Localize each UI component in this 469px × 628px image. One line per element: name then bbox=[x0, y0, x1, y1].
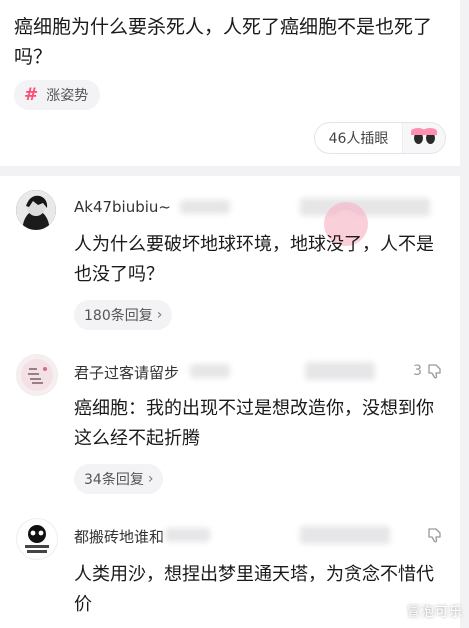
like-button[interactable] bbox=[426, 526, 444, 544]
view-replies-button[interactable]: 34条回复 › bbox=[74, 464, 164, 494]
topic-tag-label: 涨姿势 bbox=[46, 88, 89, 104]
question-title[interactable]: 癌细胞为什么要杀死人，人死了癌细胞不是也死了吗？ bbox=[14, 12, 444, 72]
comment-author[interactable]: 都搬砖地谁和 bbox=[74, 526, 164, 547]
comments-list: Ak47biubiu~ 人为什么要破坏地球环境，地球没了，人不是也没了吗？ 18… bbox=[0, 176, 460, 628]
thumb-down-icon bbox=[428, 528, 441, 543]
avatar[interactable] bbox=[16, 518, 58, 560]
comment-author[interactable]: 君子过客请留步 bbox=[74, 362, 179, 383]
question-card: 癌细胞为什么要杀死人，人死了癌细胞不是也死了吗？ # 涨姿势 46人插眼 bbox=[0, 0, 460, 166]
comment-item: Ak47biubiu~ 人为什么要破坏地球环境，地球没了，人不是也没了吗？ 18… bbox=[0, 176, 460, 340]
reply-count: 180条回复 bbox=[84, 308, 153, 324]
interested-count: 46人插眼 bbox=[328, 131, 389, 147]
comment-item: 都搬砖地谁和 人类用沙，想捏出梦里通天塔，为贪念不惜代价 bbox=[0, 502, 460, 628]
eyes-icon bbox=[402, 123, 445, 153]
watermark: 冒泡可乐 bbox=[406, 605, 463, 620]
comment-item: 君子过客请留步 3 癌细胞：我的出现不过是想改造你，没想到你这么经不起折腾 34… bbox=[0, 340, 460, 502]
chevron-right-icon: › bbox=[156, 307, 163, 323]
view-replies-button[interactable]: 180条回复 › bbox=[74, 300, 173, 330]
avatar[interactable] bbox=[16, 190, 56, 230]
interested-button[interactable]: 46人插眼 bbox=[314, 122, 446, 154]
comment-text: 人类用沙，想捏出梦里通天塔，为贪念不惜代价 bbox=[74, 564, 434, 615]
like-count: 3 bbox=[413, 363, 422, 379]
avatar[interactable] bbox=[16, 354, 58, 396]
reply-count: 34条回复 bbox=[84, 472, 144, 488]
thumb-down-icon bbox=[428, 364, 441, 379]
hash-icon: # bbox=[24, 85, 39, 105]
comment-author[interactable]: Ak47biubiu~ bbox=[74, 198, 171, 216]
comment-text: 人为什么要破坏地球环境，地球没了，人不是也没了吗？ bbox=[74, 234, 434, 285]
topic-tag[interactable]: # 涨姿势 bbox=[14, 80, 101, 110]
like-button[interactable]: 3 bbox=[413, 362, 444, 380]
chevron-right-icon: › bbox=[147, 471, 154, 487]
comment-text: 癌细胞：我的出现不过是想改造你，没想到你这么经不起折腾 bbox=[74, 398, 434, 449]
